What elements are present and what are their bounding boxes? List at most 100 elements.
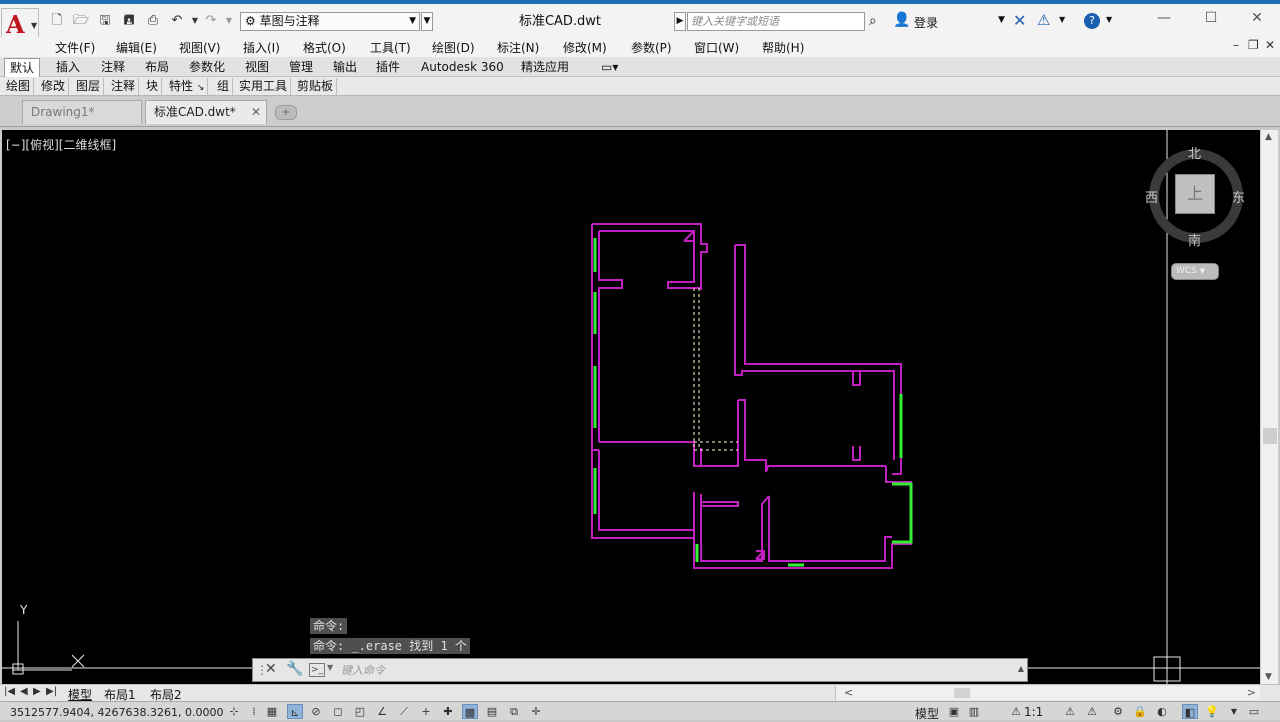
menu-draw[interactable]: 绘图(D) [432,39,475,56]
ribbon-tab-view[interactable]: 视图 [240,58,274,77]
chevron-down-icon[interactable]: ▼ [1106,15,1112,24]
panel-draw[interactable]: 绘图 [3,78,35,95]
dynamic-input-icon[interactable]: + [418,704,434,719]
quick-properties-icon[interactable]: ▤ [484,704,500,719]
ribbon-tab-annotate[interactable]: 注释 [96,58,130,77]
doc-close-icon[interactable]: ✕ [1265,38,1275,52]
scroll-down-icon[interactable]: ▼ [1265,672,1272,682]
model-space-label[interactable]: 模型 [915,705,939,722]
redo-icon[interactable]: ↷ [202,12,220,30]
open-folder-icon[interactable]: 🗁 [72,12,90,30]
workspace-switching-icon[interactable]: ⚙ [1110,704,1126,719]
3d-osnap-icon[interactable]: ◰ [352,704,368,719]
menu-help[interactable]: 帮助(H) [762,39,804,56]
quick-view-layouts-icon[interactable]: ▣ [946,704,962,719]
menu-edit[interactable]: 编辑(E) [116,39,157,56]
workspace-select[interactable]: ⚙ 草图与注释 ▼ [240,12,420,31]
application-menu-button[interactable]: A ▼ [1,8,39,39]
viewcube-north[interactable]: 北 [1188,143,1201,162]
search-expand-button[interactable]: ▶ [674,12,686,31]
login-button[interactable]: 登录 [914,14,938,31]
print-icon[interactable]: ⎙ [144,12,162,30]
quick-view-drawings-icon[interactable]: ▥ [966,704,982,719]
maximize-window-icon[interactable]: ☐ [1196,10,1226,26]
panel-modify[interactable]: 修改 [38,78,70,95]
menu-window[interactable]: 窗口(W) [694,39,739,56]
menu-view[interactable]: 视图(V) [179,39,221,56]
menu-tools[interactable]: 工具(T) [370,39,411,56]
user-icon[interactable]: 👤 [893,12,910,28]
viewcube-top-face[interactable]: 上 [1175,174,1215,214]
annotation-scale-label[interactable]: 1:1 [1024,705,1043,719]
object-snap-tracking-icon[interactable]: ∠ [374,704,390,719]
wcs-menu-button[interactable]: WCS ▼ [1171,263,1219,280]
undo-icon[interactable]: ↶ [168,12,186,30]
close-window-icon[interactable]: ✕ [1242,10,1272,26]
ribbon-display-toggle-icon[interactable]: ▭▾ [596,58,623,77]
scroll-up-icon[interactable]: ▲ [1265,132,1272,142]
panel-utilities[interactable]: 实用工具 [236,78,292,95]
help-icon[interactable]: ? [1084,13,1100,29]
chevron-down-icon[interactable]: ▼ [1226,704,1242,719]
vertical-scrollbar[interactable]: ▲ ▼ [1260,130,1278,684]
lock-ui-icon[interactable]: 🔒 [1132,704,1148,719]
new-tab-button[interactable]: + [275,105,297,120]
scroll-thumb[interactable] [1263,428,1277,444]
scroll-left-icon[interactable]: < [844,686,853,699]
menu-dimension[interactable]: 标注(N) [497,39,539,56]
ribbon-tab-insert[interactable]: 插入 [51,58,85,77]
floor-plan-drawing[interactable]: Y [2,130,1260,684]
menu-insert[interactable]: 插入(I) [243,39,280,56]
snap-mode-icon[interactable]: ⁞ [246,704,262,719]
object-snap-icon[interactable]: ◻ [330,704,346,719]
ribbon-tab-parametric[interactable]: 参数化 [184,58,230,77]
redo-dropdown-icon[interactable]: ▼ [220,12,238,30]
ribbon-tab-output[interactable]: 输出 [328,58,362,77]
menu-parametric[interactable]: 参数(P) [631,39,672,56]
wrench-icon[interactable]: 🔧 [286,661,303,677]
last-layout-icon[interactable]: ▶| [46,686,57,697]
command-prompt-icon[interactable]: >_ [309,663,325,677]
auto-scale-icon[interactable]: ⚠ [1084,704,1100,719]
panel-layers[interactable]: 图层 [73,78,105,95]
minimize-window-icon[interactable]: — [1149,10,1179,26]
close-tab-icon[interactable]: ✕ [251,101,261,123]
panel-groups[interactable]: 组 [214,78,234,95]
a360-icon[interactable]: ⚠ [1037,11,1050,29]
menu-modify[interactable]: 修改(M) [563,39,607,56]
ribbon-tab-manage[interactable]: 管理 [284,58,318,77]
doc-tab-standard-cad[interactable]: 标准CAD.dwt* ✕ [145,100,267,124]
scroll-thumb[interactable] [954,688,970,698]
quick-access-customize-button[interactable]: ▼ [421,12,433,31]
ribbon-tab-home[interactable]: 默认 [4,58,41,77]
polar-tracking-icon[interactable]: ⊘ [308,704,324,719]
hardware-acceleration-icon[interactable]: ◐ [1154,704,1170,719]
doc-tab-drawing1[interactable]: Drawing1* [22,100,142,124]
isolate-objects-icon[interactable]: ◧ [1182,704,1198,719]
menu-format[interactable]: 格式(O) [303,39,346,56]
panel-properties[interactable]: 特性 ↘ [166,78,209,95]
horizontal-scrollbar[interactable]: < > [835,686,1260,700]
ortho-mode-icon[interactable]: ⊾ [287,704,303,719]
doc-restore-icon[interactable]: ❐ [1248,38,1259,52]
save-as-icon[interactable]: 🖪 [120,12,138,30]
command-input[interactable]: 键入命令 [341,662,385,678]
ribbon-tab-featured-apps[interactable]: 精选应用 [516,58,574,77]
clean-screen-icon[interactable]: ▭ [1246,704,1262,719]
annotation-monitor-icon[interactable]: ✛ [528,704,544,719]
transparency-icon[interactable]: ▩ [462,704,478,719]
chevron-down-icon[interactable]: ▼ [327,663,333,672]
exchange-apps-icon[interactable]: ✕ [1013,11,1026,30]
annotation-scale-icon[interactable]: ⚠ [1008,704,1024,719]
panel-block[interactable]: 块 [143,78,163,95]
viewcube-east[interactable]: 东 [1232,187,1245,206]
prev-layout-icon[interactable]: ◀ [20,686,28,697]
dynamic-ucs-icon[interactable]: ⟋ [396,704,412,719]
infer-constraints-icon[interactable]: ⊹ [226,704,242,719]
viewcube-south[interactable]: 南 [1188,230,1201,249]
lineweight-icon[interactable]: ✚ [440,704,456,719]
close-icon[interactable]: ✕ [265,661,277,677]
menu-file[interactable]: 文件(F) [55,39,95,56]
panel-annotation[interactable]: 注释 [108,78,140,95]
cursor-coordinates[interactable]: 3512577.9404, 4267638.3261, 0.0000 [10,706,223,719]
